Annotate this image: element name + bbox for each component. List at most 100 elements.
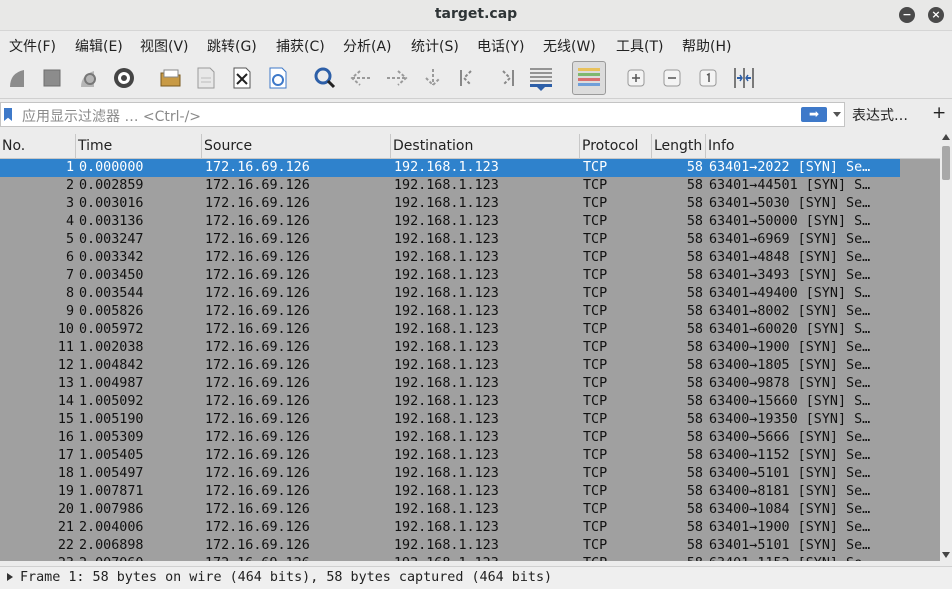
find-packet-icon[interactable]: [312, 65, 338, 91]
scrollbar-thumb[interactable]: [942, 146, 950, 180]
frame-summary[interactable]: Frame 1: 58 bytes on wire (464 bits), 58…: [20, 570, 552, 585]
bookmark-icon[interactable]: [4, 108, 12, 121]
packet-protocol: TCP: [583, 394, 608, 409]
close-button[interactable]: ×: [928, 7, 944, 23]
packet-number: 5: [65, 232, 74, 247]
table-row[interactable]: 20 1.007986 172.16.69.126 192.168.1.123 TCP 5…: [0, 501, 900, 519]
autoscroll-icon[interactable]: [528, 65, 554, 91]
table-row[interactable]: 15 1.005190 172.16.69.126 192.168.1.123 TCP 5…: [0, 411, 900, 429]
table-row[interactable]: 12 1.004842 172.16.69.126 192.168.1.123 TCP 5…: [0, 357, 900, 375]
column-header-destination[interactable]: Destination: [391, 134, 580, 159]
packet-destination: 192.168.1.123: [394, 340, 499, 355]
menu-tools[interactable]: 工具(T): [616, 36, 663, 56]
packet-number: 14: [57, 394, 74, 409]
column-header-protocol[interactable]: Protocol: [580, 134, 652, 159]
expression-button[interactable]: 表达式…: [852, 105, 908, 125]
scroll-down-icon[interactable]: [942, 552, 950, 558]
display-filter-input[interactable]: 应用显示过滤器 … <Ctrl-/> ➡: [0, 102, 845, 127]
reload-file-icon[interactable]: [265, 65, 291, 91]
packet-number: 12: [57, 358, 74, 373]
packet-time: 0.005972: [79, 322, 144, 337]
chevron-down-icon[interactable]: [833, 112, 841, 117]
packet-destination: 192.168.1.123: [394, 178, 499, 193]
menu-wireless[interactable]: 无线(W): [543, 36, 596, 56]
packet-info: 63401→3493 [SYN] Se…: [709, 268, 871, 283]
scroll-up-icon[interactable]: [942, 134, 950, 140]
menu-view[interactable]: 视图(V): [140, 36, 189, 56]
table-row[interactable]: 3 0.003016 172.16.69.126 192.168.1.123 TCP 58…: [0, 195, 900, 213]
expand-arrow-icon[interactable]: [7, 573, 13, 581]
table-row[interactable]: 7 0.003450 172.16.69.126 192.168.1.123 TCP 58…: [0, 267, 900, 285]
column-header-info[interactable]: Info: [706, 134, 900, 159]
menu-help[interactable]: 帮助(H): [682, 36, 731, 56]
restart-capture-icon[interactable]: [75, 65, 101, 91]
column-header-time[interactable]: Time: [76, 134, 202, 159]
apply-filter-button[interactable]: ➡: [801, 107, 827, 122]
add-filter-button[interactable]: +: [932, 103, 946, 123]
packet-protocol: TCP: [583, 412, 608, 427]
open-file-icon[interactable]: [158, 65, 184, 91]
packet-info: 63401→50000 [SYN] S…: [709, 214, 871, 229]
minimize-button[interactable]: −: [899, 7, 915, 23]
stop-capture-icon[interactable]: [39, 65, 65, 91]
table-row[interactable]: 21 2.004006 172.16.69.126 192.168.1.123 TCP 5…: [0, 519, 900, 537]
menu-edit[interactable]: 编辑(E): [75, 36, 123, 56]
packet-list[interactable]: No. Time Source Destination Protocol Len…: [0, 134, 940, 561]
menu-file[interactable]: 文件(F): [9, 36, 56, 56]
table-row[interactable]: 19 1.007871 172.16.69.126 192.168.1.123 TCP 5…: [0, 483, 900, 501]
table-row[interactable]: 10 0.005972 172.16.69.126 192.168.1.123 TCP 5…: [0, 321, 900, 339]
resize-columns-icon[interactable]: [731, 65, 757, 91]
menu-go[interactable]: 跳转(G): [207, 36, 257, 56]
capture-options-icon[interactable]: [111, 65, 137, 91]
packet-info: 63400→1084 [SYN] Se…: [709, 502, 871, 517]
packet-source: 172.16.69.126: [205, 358, 310, 373]
column-header-source[interactable]: Source: [202, 134, 391, 159]
packet-number: 7: [65, 268, 74, 283]
menu-capture[interactable]: 捕获(C): [276, 36, 325, 56]
last-packet-icon[interactable]: [492, 65, 518, 91]
packet-details-pane: Frame 1: 58 bytes on wire (464 bits), 58…: [0, 566, 952, 589]
go-back-icon[interactable]: [348, 65, 374, 91]
column-header-length[interactable]: Length: [652, 134, 706, 159]
packet-source: 172.16.69.126: [205, 520, 310, 535]
go-forward-icon[interactable]: [384, 65, 410, 91]
table-row[interactable]: 5 0.003247 172.16.69.126 192.168.1.123 TCP 58…: [0, 231, 900, 249]
colorize-icon[interactable]: [572, 61, 606, 95]
table-row[interactable]: 4 0.003136 172.16.69.126 192.168.1.123 TCP 58…: [0, 213, 900, 231]
normal-size-icon[interactable]: [695, 65, 721, 91]
table-row[interactable]: 13 1.004987 172.16.69.126 192.168.1.123 TCP 5…: [0, 375, 900, 393]
first-packet-icon[interactable]: [456, 65, 482, 91]
zoom-out-icon[interactable]: [659, 65, 685, 91]
packet-time: 1.005190: [79, 412, 144, 427]
packet-source: 172.16.69.126: [205, 232, 310, 247]
table-row[interactable]: 23 2.007060 172.16.69.126 192.168.1.123 TCP 5…: [0, 555, 900, 561]
packet-list-scrollbar[interactable]: [940, 134, 952, 561]
packet-length: 58: [686, 502, 703, 517]
packet-time: 0.003450: [79, 268, 144, 283]
table-row[interactable]: 22 2.006898 172.16.69.126 192.168.1.123 TCP 5…: [0, 537, 900, 555]
table-row[interactable]: 6 0.003342 172.16.69.126 192.168.1.123 TCP 58…: [0, 249, 900, 267]
close-file-icon[interactable]: [229, 65, 255, 91]
zoom-in-icon[interactable]: [623, 65, 649, 91]
packet-info: 63400→9878 [SYN] Se…: [709, 376, 871, 391]
menu-telephony[interactable]: 电话(Y): [477, 36, 524, 56]
packet-protocol: TCP: [583, 555, 651, 561]
table-row[interactable]: 14 1.005092 172.16.69.126 192.168.1.123 TCP 5…: [0, 393, 900, 411]
menu-analyze[interactable]: 分析(A): [343, 36, 392, 56]
table-row[interactable]: 9 0.005826 172.16.69.126 192.168.1.123 TCP 58…: [0, 303, 900, 321]
table-row[interactable]: 18 1.005497 172.16.69.126 192.168.1.123 TCP 5…: [0, 465, 900, 483]
menu-statistics[interactable]: 统计(S): [411, 36, 459, 56]
display-filter-placeholder: 应用显示过滤器 … <Ctrl-/>: [22, 109, 202, 125]
table-row[interactable]: 1 0.000000 172.16.69.126 192.168.1.123 TCP 58…: [0, 159, 900, 177]
start-capture-icon[interactable]: [4, 65, 30, 91]
column-header-no[interactable]: No.: [0, 134, 76, 159]
table-row[interactable]: 17 1.005405 172.16.69.126 192.168.1.123 TCP 5…: [0, 447, 900, 465]
packet-length: 58: [686, 394, 703, 409]
go-to-packet-icon[interactable]: [420, 65, 446, 91]
save-file-icon[interactable]: [193, 65, 219, 91]
table-row[interactable]: 16 1.005309 172.16.69.126 192.168.1.123 TCP 5…: [0, 429, 900, 447]
table-row[interactable]: 2 0.002859 172.16.69.126 192.168.1.123 TCP 58…: [0, 177, 900, 195]
table-row[interactable]: 8 0.003544 172.16.69.126 192.168.1.123 TCP 58…: [0, 285, 900, 303]
packet-number: 18: [57, 466, 74, 481]
table-row[interactable]: 11 1.002038 172.16.69.126 192.168.1.123 TCP 5…: [0, 339, 900, 357]
